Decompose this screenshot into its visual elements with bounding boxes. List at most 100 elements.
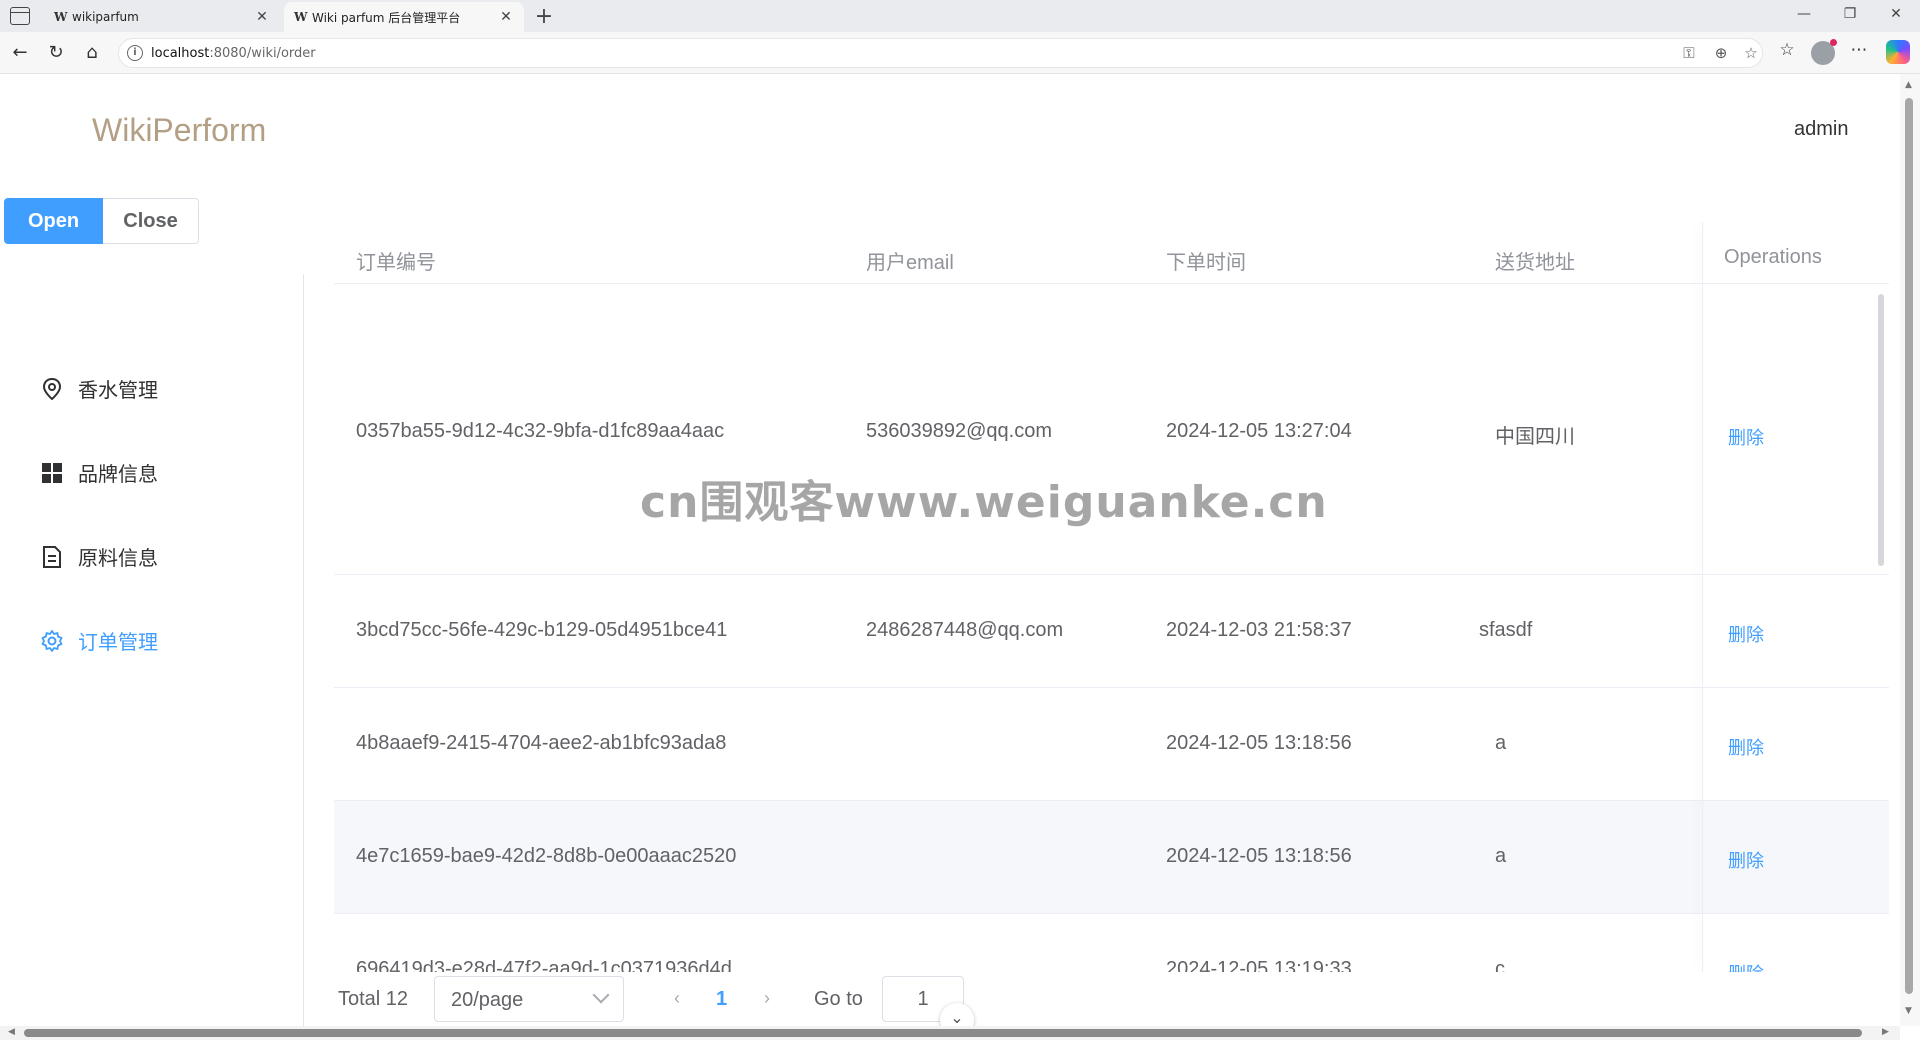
column-header-operations: Operations [1724, 246, 1822, 268]
favorites-icon[interactable]: ☆ [1774, 40, 1800, 60]
brand-logo: WikiPerform [92, 112, 267, 148]
time-cell: 2024-12-05 13:27:04 [1166, 420, 1352, 442]
time-cell: 2024-12-05 13:18:56 [1166, 845, 1352, 867]
close-icon[interactable]: ✕ [498, 9, 514, 25]
pagination: Total 12 20/page ‹ 1 › Go to 1 [334, 974, 1334, 1024]
delete-link[interactable]: 删除 [1728, 424, 1764, 450]
document-icon [40, 545, 64, 569]
tab-actions-icon[interactable] [10, 7, 30, 25]
page-vertical-scrollbar[interactable]: ▲ ▼ [1900, 74, 1920, 1026]
watermark-text: cn围观客www.weiguanke.cn [640, 477, 1328, 528]
browser-tab-wikiparfum[interactable]: W wikiparfum ✕ [44, 2, 280, 32]
orders-table: 订单编号 用户email 下单时间 送货地址 Operations 0357ba… [334, 222, 1889, 972]
sidebar-item-label: 订单管理 [78, 630, 158, 654]
sidebar: 香水管理 品牌信息 原料信息 订单管理 [4, 274, 304, 1026]
sidebar-item-material[interactable]: 原料信息 [40, 542, 158, 571]
delete-link[interactable]: 删除 [1728, 621, 1764, 647]
tab-title: Wiki parfum 后台管理平台 [312, 10, 461, 25]
goto-label: Go to [814, 988, 863, 1010]
table-header: 订单编号 用户email 下单时间 送货地址 Operations [334, 222, 1889, 284]
site-info-icon[interactable]: i [127, 45, 143, 61]
next-page-icon[interactable]: › [764, 988, 770, 1009]
sidebar-toggle-group: Open Close [4, 198, 199, 244]
column-header-email: 用户email [866, 252, 954, 274]
address-cell: a [1495, 845, 1507, 867]
close-icon[interactable]: ✕ [254, 9, 270, 25]
sidebar-item-perfume[interactable]: 香水管理 [40, 374, 158, 403]
time-cell: 2024-12-03 21:58:37 [1166, 619, 1352, 641]
window-close-icon[interactable]: ✕ [1876, 6, 1916, 22]
copilot-icon[interactable] [1886, 40, 1910, 64]
sidebar-item-brand[interactable]: 品牌信息 [40, 458, 158, 487]
address-cell: 中国四川 [1495, 426, 1575, 448]
scroll-left-arrow-icon[interactable]: ◀ [8, 1027, 15, 1037]
page-number-current[interactable]: 1 [716, 988, 727, 1011]
page-size-value: 20/page [451, 989, 524, 1011]
sidebar-item-label: 香水管理 [78, 378, 158, 402]
open-button[interactable]: Open [4, 198, 103, 244]
tab-title: wikiparfum [72, 10, 139, 24]
location-pin-icon [40, 377, 64, 401]
column-header-address: 送货地址 [1495, 252, 1575, 274]
page-size-select[interactable]: 20/page [434, 976, 624, 1022]
order-id-cell: 4b8aaef9-2415-4704-aee2-ab1bfc93ada8 [356, 732, 727, 754]
back-icon[interactable]: ← [8, 41, 32, 65]
more-menu-icon[interactable]: ⋯ [1846, 40, 1872, 60]
close-button[interactable]: Close [103, 198, 199, 244]
url-text: localhost:8080/wiki/order [151, 46, 316, 61]
sidebar-item-order[interactable]: 订单管理 [40, 626, 158, 655]
home-icon[interactable]: ⌂ [80, 41, 104, 65]
email-cell: 536039892@qq.com [866, 420, 1052, 442]
new-tab-icon[interactable]: + [532, 4, 556, 29]
address-bar[interactable]: i localhost:8080/wiki/order ⚿ ⊕ ☆ [118, 38, 1763, 68]
address-cell: c [1495, 958, 1505, 972]
browser-tab-admin[interactable]: W Wiki parfum 后台管理平台 ✕ [284, 2, 524, 32]
column-header-order-time: 下单时间 [1166, 252, 1246, 274]
table-vertical-scrollbar[interactable] [1878, 294, 1884, 566]
email-cell: 2486287448@qq.com [866, 619, 1064, 641]
grid-icon [40, 461, 64, 485]
key-icon[interactable]: ⚿ [1679, 44, 1699, 62]
favicon-icon: W [294, 10, 308, 24]
favicon-icon: W [54, 10, 68, 24]
address-cell: a [1495, 732, 1507, 754]
table-row: 696419d3-e28d-47f2-aa9d-1c0371936d4d 202… [334, 914, 1889, 972]
favorite-star-icon[interactable]: ☆ [1741, 44, 1761, 62]
order-id-cell: 696419d3-e28d-47f2-aa9d-1c0371936d4d [356, 958, 732, 972]
time-cell: 2024-12-05 13:18:56 [1166, 732, 1352, 754]
total-count: Total 12 [338, 988, 409, 1010]
chevron-down-icon [592, 986, 610, 1004]
zoom-icon[interactable]: ⊕ [1711, 44, 1731, 62]
scrollbar-thumb[interactable] [24, 1029, 1862, 1037]
column-header-order-id: 订单编号 [356, 252, 436, 274]
sidebar-item-label: 原料信息 [78, 546, 158, 570]
browser-toolbar: ← ↻ ⌂ i localhost:8080/wiki/order ⚿ ⊕ ☆ … [0, 32, 1920, 74]
sidebar-item-label: 品牌信息 [78, 462, 158, 486]
table-row: 4e7c1659-bae9-42d2-8d8b-0e00aaac2520 202… [334, 801, 1889, 914]
scrollbar-thumb[interactable] [1905, 98, 1913, 994]
table-row: 0357ba55-9d12-4c32-9bfa-d1fc89aa4aac 536… [334, 284, 1889, 575]
order-id-cell: 4e7c1659-bae9-42d2-8d8b-0e00aaac2520 [356, 845, 737, 867]
delete-link[interactable]: 删除 [1728, 847, 1764, 873]
scroll-right-arrow-icon[interactable]: ▶ [1882, 1027, 1889, 1037]
user-name[interactable]: admin [1794, 118, 1848, 141]
restore-icon[interactable]: ❐ [1830, 6, 1870, 22]
delete-link[interactable]: 删除 [1728, 960, 1764, 972]
order-id-cell: 0357ba55-9d12-4c32-9bfa-d1fc89aa4aac [356, 420, 725, 442]
order-id-cell: 3bcd75cc-56fe-429c-b129-05d4951bce41 [356, 619, 728, 641]
gear-icon [40, 629, 64, 653]
profile-avatar[interactable] [1811, 39, 1837, 65]
prev-page-icon[interactable]: ‹ [674, 988, 680, 1009]
scroll-up-arrow-icon[interactable]: ▲ [1905, 80, 1912, 90]
fixed-column-divider [1702, 222, 1703, 972]
scroll-down-arrow-icon[interactable]: ▼ [1905, 1006, 1912, 1016]
table-row: 4b8aaef9-2415-4704-aee2-ab1bfc93ada8 202… [334, 688, 1889, 801]
page-horizontal-scrollbar[interactable]: ◀ ▶ [0, 1026, 1900, 1040]
address-cell: sfasdf [1479, 619, 1533, 641]
page: WikiPerform admin Open Close 香水管理 品牌信息 原… [4, 74, 1900, 1026]
browser-tabbar: W wikiparfum ✕ W Wiki parfum 后台管理平台 ✕ + … [0, 0, 1920, 32]
reload-icon[interactable]: ↻ [44, 41, 68, 65]
delete-link[interactable]: 删除 [1728, 734, 1764, 760]
minimize-icon[interactable]: — [1784, 6, 1824, 22]
table-row: 3bcd75cc-56fe-429c-b129-05d4951bce41 248… [334, 575, 1889, 688]
